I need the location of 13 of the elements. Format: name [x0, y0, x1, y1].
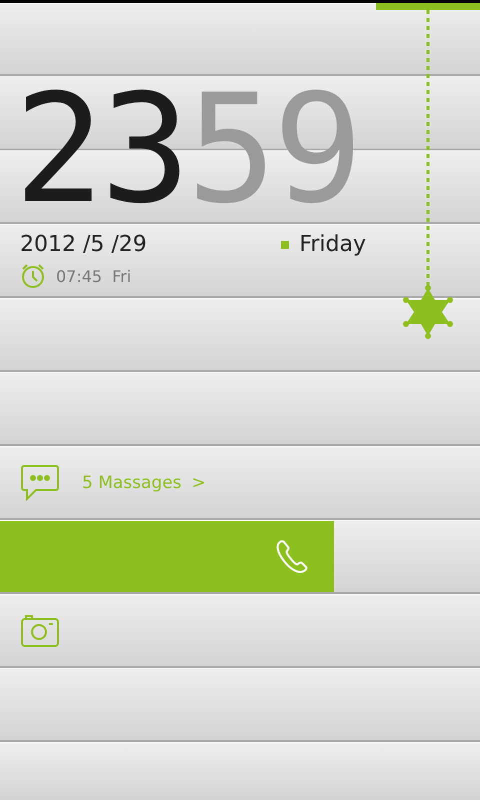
alarm-time: 07:45 — [56, 266, 102, 286]
call-slider-fill[interactable] — [0, 521, 334, 592]
star-pull-handle[interactable] — [402, 10, 454, 340]
message-bubble-icon[interactable] — [20, 462, 60, 502]
clock-hours: 23 — [14, 75, 187, 225]
alarm-clock-icon — [20, 263, 46, 289]
clock-minutes: 59 — [186, 75, 360, 225]
weekday-text: Friday — [299, 232, 366, 257]
messages-link[interactable]: 5 Massages — [82, 472, 182, 492]
alarm-day: Fri — [112, 266, 132, 286]
date-text: 2012 /5 /29 — [20, 232, 147, 257]
camera-icon[interactable] — [20, 614, 60, 648]
chevron-text: > — [192, 472, 206, 492]
